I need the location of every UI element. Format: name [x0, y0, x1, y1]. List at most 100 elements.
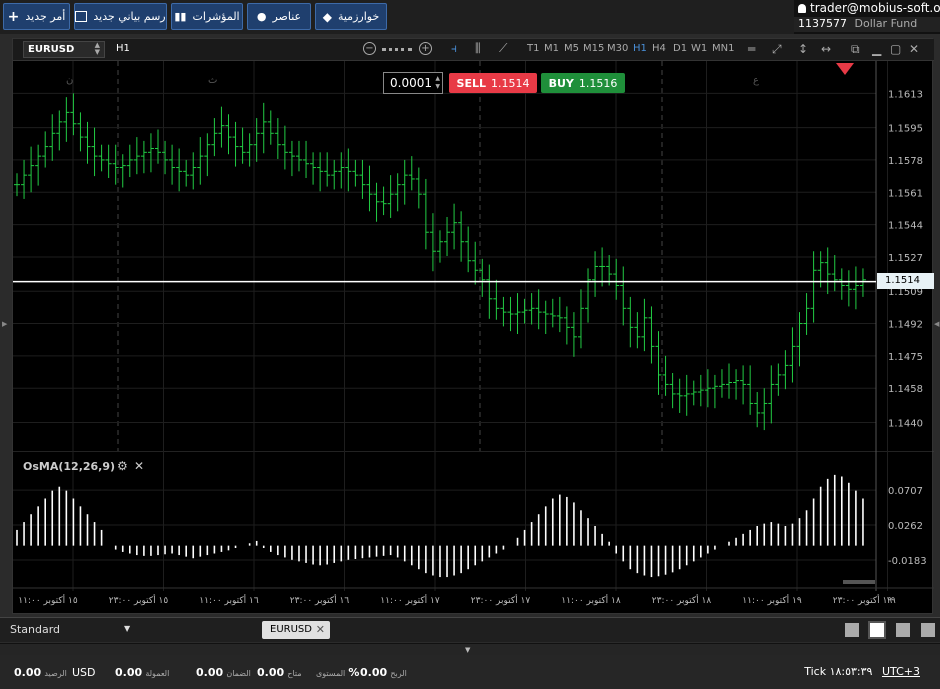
account-user: trader@mobius-soft.org	[798, 1, 940, 15]
right-panel-expand-icon[interactable]: ◀	[934, 320, 939, 328]
timeframe-m1-button[interactable]: M1	[544, 43, 559, 54]
elements-button[interactable]: ● عناصر	[247, 3, 311, 30]
y-tick-label: 1.1492	[888, 320, 923, 331]
sell-price: 1.1514	[490, 76, 530, 90]
algorithms-button[interactable]: ◆ خوارزمية	[315, 3, 387, 30]
new-order-button[interactable]: + أمر جديد	[3, 3, 70, 30]
detach-icon[interactable]: ⧉	[851, 42, 860, 57]
maximize-icon[interactable]: ▢	[890, 42, 901, 56]
profit-status: 0.00 الربح	[360, 666, 407, 679]
panel-collapse-bar[interactable]: ▼	[0, 643, 940, 655]
level-status: المستوى %	[316, 666, 359, 679]
indicators-button[interactable]: ▮▮ المؤشرات	[171, 3, 243, 30]
y-tick-label: 1.1595	[888, 124, 923, 135]
timezone-select[interactable]: UTC+3	[882, 665, 920, 678]
chevron-down-icon[interactable]: ▼	[465, 646, 470, 654]
bar-chart-type-icon[interactable]: ⫞	[451, 41, 457, 56]
price-chart[interactable]: ن ث ع 1.1613 1.1595 1.1578 1.1561 1.1544 1.1527 1…	[13, 61, 934, 451]
osma-chart[interactable]: 0.0707 0.0262 -0.0183 ١٥ أكتوبر ١١:٠٠ ١٥ أكت…	[13, 451, 934, 614]
chart-tab-label: EURUSD	[270, 624, 312, 635]
x-tick-label: ١٨ أكتوبر ٢٣:٠٠	[652, 594, 712, 606]
symbol-select[interactable]: EURUSD ▲ ▼	[23, 41, 105, 58]
spinner-icon: ▲ ▼	[94, 41, 100, 56]
zoom-out-icon[interactable]: −	[363, 42, 376, 55]
commission-value: 0.00	[115, 666, 143, 679]
x-tick-label: ١٧ أكتوبر ٢٣:٠٠	[471, 594, 531, 606]
zoom-in-icon[interactable]: +	[419, 42, 432, 55]
layout-grid-icon[interactable]	[868, 621, 886, 639]
candle-chart-type-icon[interactable]: ⫼	[475, 41, 481, 56]
sell-label: SELL	[456, 76, 486, 90]
account-fund: 1137577 Dollar Fund	[794, 17, 940, 32]
margin-status: الضمان 0.00	[196, 666, 251, 679]
lot-size-input[interactable]: 0.0001 ▲ ▼	[383, 72, 443, 94]
account-panel[interactable]: trader@mobius-soft.org 1137577 Dollar Fu…	[794, 0, 940, 34]
timeframe-h1-button[interactable]: H1	[633, 43, 647, 54]
line-chart-type-icon[interactable]: ⟋	[499, 41, 507, 56]
free-margin-value: 0.00	[257, 666, 285, 679]
minimize-icon[interactable]: ▁	[872, 42, 881, 56]
close-icon[interactable]: ✕	[909, 42, 919, 56]
spinner-icon[interactable]: ▲ ▼	[435, 75, 440, 91]
y-tick-label: 1.1544	[888, 221, 923, 232]
fibonacci-tool-icon[interactable]: ═	[748, 42, 755, 56]
server-time: Tick ١٨:٥٣:٣٩ UTC+3	[804, 665, 920, 678]
current-price-tag: 1.1514	[877, 273, 934, 289]
free-margin-status: متاح 0.00	[257, 666, 302, 679]
free-margin-label: متاح	[287, 669, 302, 678]
status-bar: 0.00 الرصيد USD 0.00 العمولة الضمان 0.00…	[0, 655, 940, 689]
y-tick-label: 1.1527	[888, 253, 923, 264]
chart-tab-eurusd[interactable]: EURUSD ✕	[262, 621, 330, 639]
symbol-value: EURUSD	[28, 44, 75, 55]
workspace-bar: Standard ▼ EURUSD ✕	[0, 617, 940, 642]
layout-single-icon[interactable]	[845, 623, 859, 637]
timeframe-mn1-button[interactable]: MN1	[712, 43, 734, 54]
profit-value: 0.00	[360, 666, 388, 679]
commission-status: 0.00 العمولة	[115, 666, 169, 679]
balance-status: 0.00 الرصيد USD	[14, 666, 96, 679]
timeframe-w1-button[interactable]: W1	[691, 43, 707, 54]
y-tick-label: 1.1561	[888, 188, 923, 199]
x-tick-label: ١٩ أكتوبر ١١:٠٠	[742, 594, 802, 606]
timeframe-d1-button[interactable]: D1	[673, 43, 687, 54]
close-icon[interactable]: ✕	[316, 621, 325, 639]
workspace-select[interactable]: Standard	[10, 623, 60, 636]
osma-tick-label: 0.0707	[888, 486, 923, 497]
new-chart-button[interactable]: رسم بياني جديد	[74, 3, 167, 30]
close-icon[interactable]: ✕	[134, 459, 144, 473]
left-panel-expand-icon[interactable]: ▶	[2, 320, 7, 328]
layout-columns-icon[interactable]	[896, 623, 910, 637]
sell-button[interactable]: SELL 1.1514	[449, 73, 537, 93]
horizontal-scrollbar[interactable]	[843, 580, 875, 584]
algorithms-label: خوارزمية	[337, 10, 380, 23]
session-mark: ع	[753, 75, 759, 86]
margin-label: الضمان	[226, 669, 251, 678]
x-tick-label: ١٩	[886, 596, 896, 606]
horizontal-line-tool-icon[interactable]: ↔	[821, 42, 831, 56]
timeframe-h4-button[interactable]: H4	[652, 43, 666, 54]
buy-button[interactable]: BUY 1.1516	[541, 73, 625, 93]
trendline-tool-icon[interactable]: ⤢	[772, 42, 782, 57]
timeframe-m15-button[interactable]: M15	[583, 43, 604, 54]
zoom-slider[interactable]	[382, 48, 412, 51]
osma-tick-label: -0.0183	[888, 556, 927, 567]
timeframe-m30-button[interactable]: M30	[607, 43, 628, 54]
timeframe-m5-button[interactable]: M5	[564, 43, 579, 54]
timeframe-t1-button[interactable]: T1	[527, 43, 539, 54]
y-tick-label: 1.1578	[888, 156, 923, 167]
vertical-line-tool-icon[interactable]: ↕	[798, 42, 808, 56]
session-mark: ن	[66, 75, 73, 86]
elements-label: عناصر	[272, 10, 302, 23]
price-marker-icon[interactable]	[836, 63, 854, 75]
indicators-label: المؤشرات	[192, 10, 240, 23]
y-tick-label: 1.1440	[888, 418, 923, 429]
bar-chart-icon: ▮▮	[174, 10, 187, 23]
gear-icon[interactable]: ⚙	[117, 459, 128, 473]
plus-icon: +	[7, 8, 20, 25]
current-timeframe: H1	[116, 43, 130, 54]
x-tick-label: ١٧ أكتوبر ١١:٠٠	[380, 594, 440, 606]
new-chart-label: رسم بياني جديد	[93, 10, 166, 23]
x-tick-label: ١٩ أكتوبر ٢٣:٠٠	[833, 594, 893, 606]
layout-rows-icon[interactable]	[921, 623, 935, 637]
chevron-down-icon[interactable]: ▼	[124, 624, 130, 633]
